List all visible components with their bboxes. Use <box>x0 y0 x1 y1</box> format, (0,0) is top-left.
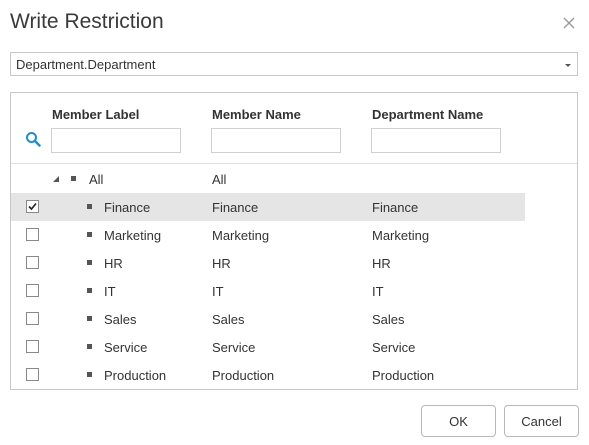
member-bullet-icon <box>87 344 92 349</box>
row-checkbox[interactable] <box>26 200 39 213</box>
member-bullet-icon <box>87 316 92 321</box>
cancel-button[interactable]: Cancel <box>504 405 579 437</box>
table-row[interactable]: Finance Finance Finance <box>11 193 525 221</box>
table-row[interactable]: Production Production Production <box>11 361 525 389</box>
member-label-filter-input[interactable] <box>51 128 181 153</box>
department-name-cell: Production <box>372 368 435 383</box>
dimension-select-value: Department.Department <box>16 57 156 72</box>
department-name-cell: HR <box>372 256 391 271</box>
department-name-cell: Sales <box>372 312 405 327</box>
ok-button[interactable]: OK <box>421 405 496 437</box>
row-checkbox[interactable] <box>26 312 39 325</box>
member-bullet-icon <box>87 204 92 209</box>
row-checkbox[interactable] <box>26 228 39 241</box>
member-name-cell: Service <box>212 340 256 355</box>
department-name-filter-input[interactable] <box>371 128 501 153</box>
member-label-cell: Marketing <box>104 228 162 243</box>
search-icon <box>26 132 41 147</box>
department-name-cell: IT <box>372 284 384 299</box>
member-name-cell: All <box>212 172 227 187</box>
member-label-cell: Production <box>104 368 167 383</box>
member-name-cell: HR <box>212 256 231 271</box>
member-label-cell: Finance <box>104 200 151 215</box>
member-grid: Member Label Member Name Department Name… <box>10 92 578 390</box>
row-checkbox[interactable] <box>26 256 39 269</box>
member-name-filter-input[interactable] <box>211 128 341 153</box>
member-label-cell: Service <box>104 340 148 355</box>
dimension-select[interactable]: Department.Department <box>10 52 578 76</box>
table-row[interactable]: Service Service Service <box>11 333 525 361</box>
member-label-cell: IT <box>104 284 116 299</box>
checkmark-icon <box>28 202 37 211</box>
header-divider <box>11 163 577 164</box>
table-row[interactable]: HR HR HR <box>11 249 525 277</box>
member-label-cell: All <box>89 172 104 187</box>
member-name-cell: IT <box>212 284 224 299</box>
dialog-title: Write Restriction <box>10 10 164 33</box>
table-row[interactable]: Marketing Marketing Marketing <box>11 221 525 249</box>
member-label-cell: Sales <box>104 312 137 327</box>
department-name-cell: Marketing <box>372 228 430 243</box>
department-name-cell: Service <box>372 340 416 355</box>
member-bullet-icon <box>87 232 92 237</box>
member-name-cell: Marketing <box>212 228 270 243</box>
member-bullet-icon <box>87 372 92 377</box>
member-bullet-icon <box>71 176 76 181</box>
column-header-member-label[interactable]: Member Label <box>52 107 139 122</box>
row-checkbox[interactable] <box>26 284 39 297</box>
member-bullet-icon <box>87 260 92 265</box>
table-row[interactable]: IT IT IT <box>11 277 525 305</box>
member-label-cell: HR <box>104 256 123 271</box>
tree-row-root[interactable]: All All <box>11 165 525 193</box>
row-checkbox[interactable] <box>26 340 39 353</box>
table-row[interactable]: Sales Sales Sales <box>11 305 525 333</box>
member-name-cell: Production <box>212 368 275 383</box>
column-header-department-name[interactable]: Department Name <box>372 107 483 122</box>
member-name-cell: Sales <box>212 312 245 327</box>
dropdown-caret-icon <box>565 64 571 67</box>
member-bullet-icon <box>87 288 92 293</box>
member-name-cell: Finance <box>212 200 259 215</box>
column-header-member-name[interactable]: Member Name <box>212 107 301 122</box>
expand-triangle-icon[interactable] <box>52 175 60 183</box>
close-icon[interactable] <box>558 12 580 34</box>
department-name-cell: Finance <box>372 200 419 215</box>
row-checkbox[interactable] <box>26 368 39 381</box>
